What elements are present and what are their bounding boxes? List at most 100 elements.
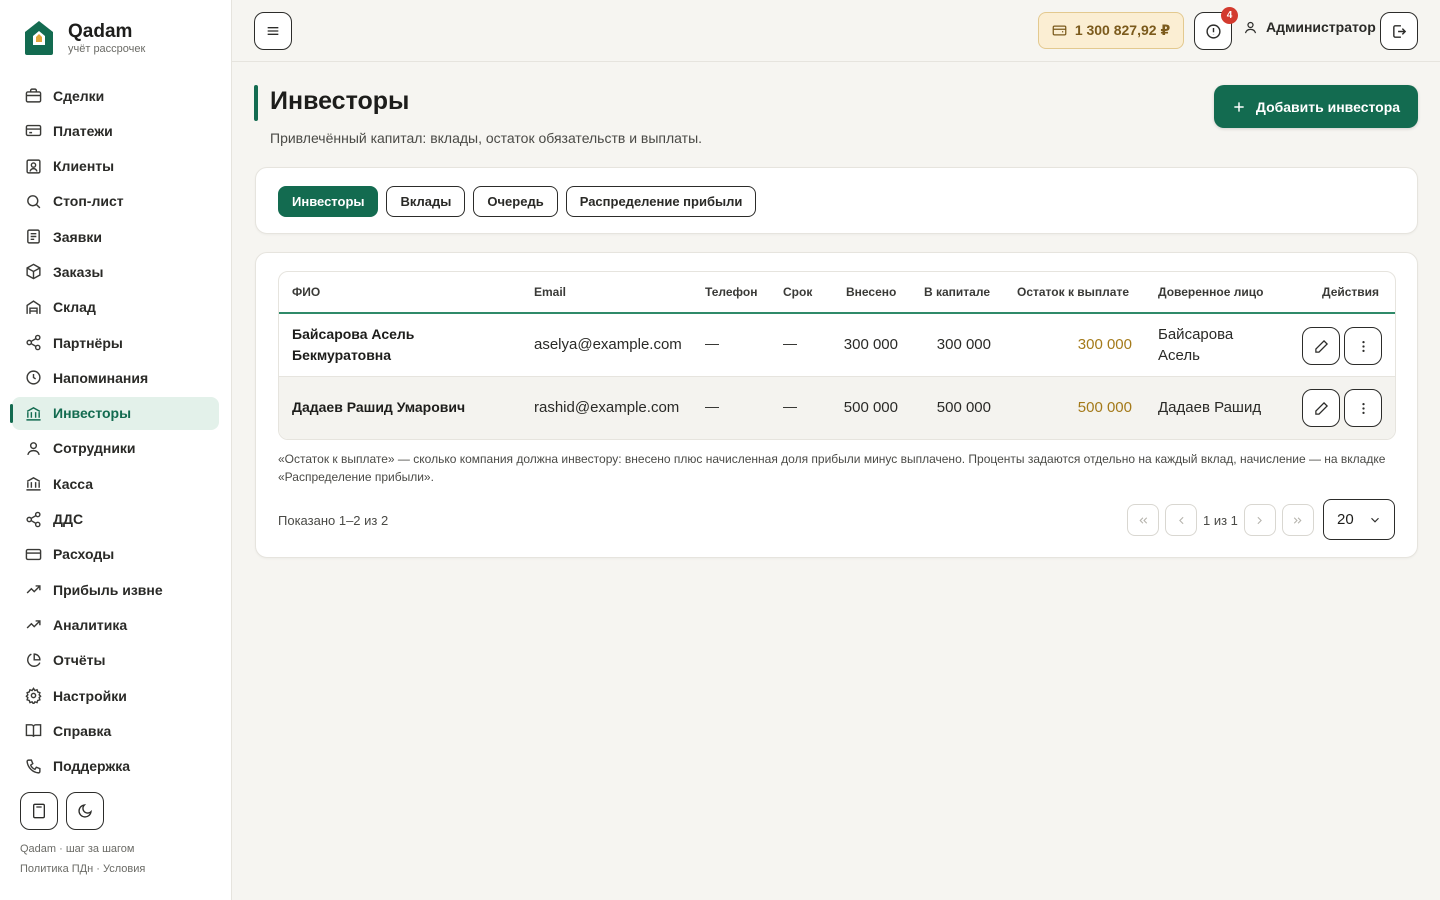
gear-icon [24,687,42,705]
page-subtitle: Привлечённый капитал: вклады, остаток об… [270,130,703,146]
footer-links[interactable]: Политика ПДн · Условия [20,859,145,879]
sidebar-item-partners[interactable]: Партнёры [12,326,219,359]
last-page-button[interactable] [1281,504,1314,536]
chevrons-right-icon [1294,516,1302,524]
prev-page-button[interactable] [1165,504,1197,536]
chevron-down-icon [1371,517,1379,523]
balance-amount: 1 300 827,92 ₽ [1074,22,1171,38]
sidebar-item-expenses[interactable]: Расходы [12,538,219,571]
investor-proxy: Дадаев Рашид [1158,399,1262,416]
sidebar-item-label: Напоминания [53,369,149,386]
investors-table: ФИО Email Телефон Срок Внесено В капитал… [278,271,1396,440]
investor-phone: — [705,335,719,351]
clock-icon [24,369,42,387]
tab-investors[interactable]: Инвесторы [278,186,379,217]
page-size-select[interactable]: 20 [1323,499,1395,540]
tab-deposits[interactable]: Вклады [386,186,466,217]
sidebar-item-label: Заказы [53,263,104,280]
sidebar-item-cashbox[interactable]: Касса [12,467,219,500]
table-row[interactable]: Дадаев Рашид Умарович rashid@example.com… [279,377,1395,439]
share-icon [24,510,42,528]
tab-profit-distribution[interactable]: Распределение прибыли [565,186,757,217]
credit-card-icon [24,122,42,140]
page-size-value: 20 [1337,511,1354,528]
table-row[interactable]: Байсарова Асель Бекмуратовна aselya@exam… [279,314,1395,377]
column-header-proxy[interactable]: Доверенное лицо [1158,285,1263,299]
sidebar: Qadam учёт рассрочек Сделки Платежи Клие… [0,0,232,900]
column-header-email[interactable]: Email [534,285,566,299]
sidebar-item-settings[interactable]: Настройки [12,679,219,712]
edit-button[interactable] [1302,327,1340,365]
sidebar-item-reminders[interactable]: Напоминания [12,361,219,394]
sidebar-item-label: Отчёты [53,652,106,669]
briefcase-icon [24,87,42,105]
sidebar-item-label: Платежи [53,122,113,139]
investors-table-card: ФИО Email Телефон Срок Внесено В капитал… [255,252,1418,558]
user-icon [24,439,42,457]
user-icon [1244,21,1257,33]
box-icon [24,263,42,281]
book-icon [24,722,42,740]
brand[interactable]: Qadam учёт рассрочек [24,20,145,56]
menu-toggle-button[interactable] [254,12,292,50]
sidebar-nav: Сделки Платежи Клиенты Стоп-лист Заявки … [10,79,219,785]
column-header-in-capital[interactable]: В капитале [924,285,990,299]
column-header-paid-in[interactable]: Внесено [846,285,896,299]
sidebar-item-reports[interactable]: Отчёты [12,644,219,677]
sidebar-item-requests[interactable]: Заявки [12,220,219,253]
theme-toggle-button[interactable] [66,792,104,830]
title-accent-bar [254,85,258,121]
investor-term: — [783,398,797,414]
sidebar-item-label: Поддержка [53,758,131,775]
balance-badge[interactable]: 1 300 827,92 ₽ [1038,12,1184,49]
sidebar-item-label: Склад [53,299,96,316]
edit-button[interactable] [1302,389,1340,427]
sidebar-item-payments[interactable]: Платежи [12,114,219,147]
sidebar-item-label: Прибыль извне [53,581,163,598]
tab-queue[interactable]: Очередь [473,186,558,217]
column-header-to-pay[interactable]: Остаток к выплате [1017,285,1129,299]
alert-circle-icon [1205,23,1221,39]
user-name: Администратор [1266,19,1376,35]
column-header-phone[interactable]: Телефон [705,285,757,299]
topbar: 1 300 827,92 ₽ 4 Администратор [232,0,1440,62]
sidebar-item-deals[interactable]: Сделки [12,79,219,112]
table-footnote: «Остаток к выплате» — сколько компания д… [278,452,1386,484]
more-actions-button[interactable] [1344,327,1382,365]
investor-to-pay: 500 000 [1077,399,1132,416]
alerts-count-badge: 4 [1221,7,1238,24]
pagination: 1 из 1 [1127,504,1314,536]
sidebar-tools [20,792,104,830]
column-header-term[interactable]: Срок [783,285,812,299]
sidebar-item-clients[interactable]: Клиенты [12,150,219,183]
sidebar-item-orders[interactable]: Заказы [12,255,219,288]
alerts-button[interactable]: 4 [1194,7,1238,50]
sidebar-item-analytics[interactable]: Аналитика [12,608,219,641]
sidebar-item-cashflow[interactable]: ДДС [12,503,219,536]
share-icon [24,334,42,352]
tabs-card: Инвесторы Вклады Очередь Распределение п… [255,167,1418,234]
sidebar-item-label: Расходы [53,546,115,563]
sidebar-item-warehouse[interactable]: Склад [12,291,219,324]
bank-icon [24,475,42,493]
calculator-button[interactable] [20,792,58,830]
next-page-button[interactable] [1243,504,1276,536]
more-actions-button[interactable] [1344,389,1382,427]
investor-paid-in: 500 000 [843,399,898,416]
sidebar-item-investors[interactable]: Инвесторы [10,396,219,430]
sidebar-item-label: Стоп-лист [53,193,124,210]
sidebar-item-stoplist[interactable]: Стоп-лист [12,185,219,218]
investor-proxy: Байсарова Асель [1158,326,1234,364]
chevrons-left-icon [1138,516,1147,524]
logout-button[interactable] [1380,12,1418,50]
sidebar-item-help[interactable]: Справка [12,714,219,747]
column-header-name[interactable]: ФИО [292,285,320,299]
sidebar-item-label: Инвесторы [53,405,132,422]
add-investor-button[interactable]: Добавить инвестора [1214,85,1418,128]
user-menu[interactable]: Администратор [1243,19,1376,35]
sidebar-item-employees[interactable]: Сотрудники [12,432,219,465]
first-page-button[interactable] [1127,504,1159,536]
sidebar-item-external-profit[interactable]: Прибыль извне [12,573,219,606]
sidebar-item-support[interactable]: Поддержка [12,750,219,783]
chevron-right-icon [1257,516,1263,524]
